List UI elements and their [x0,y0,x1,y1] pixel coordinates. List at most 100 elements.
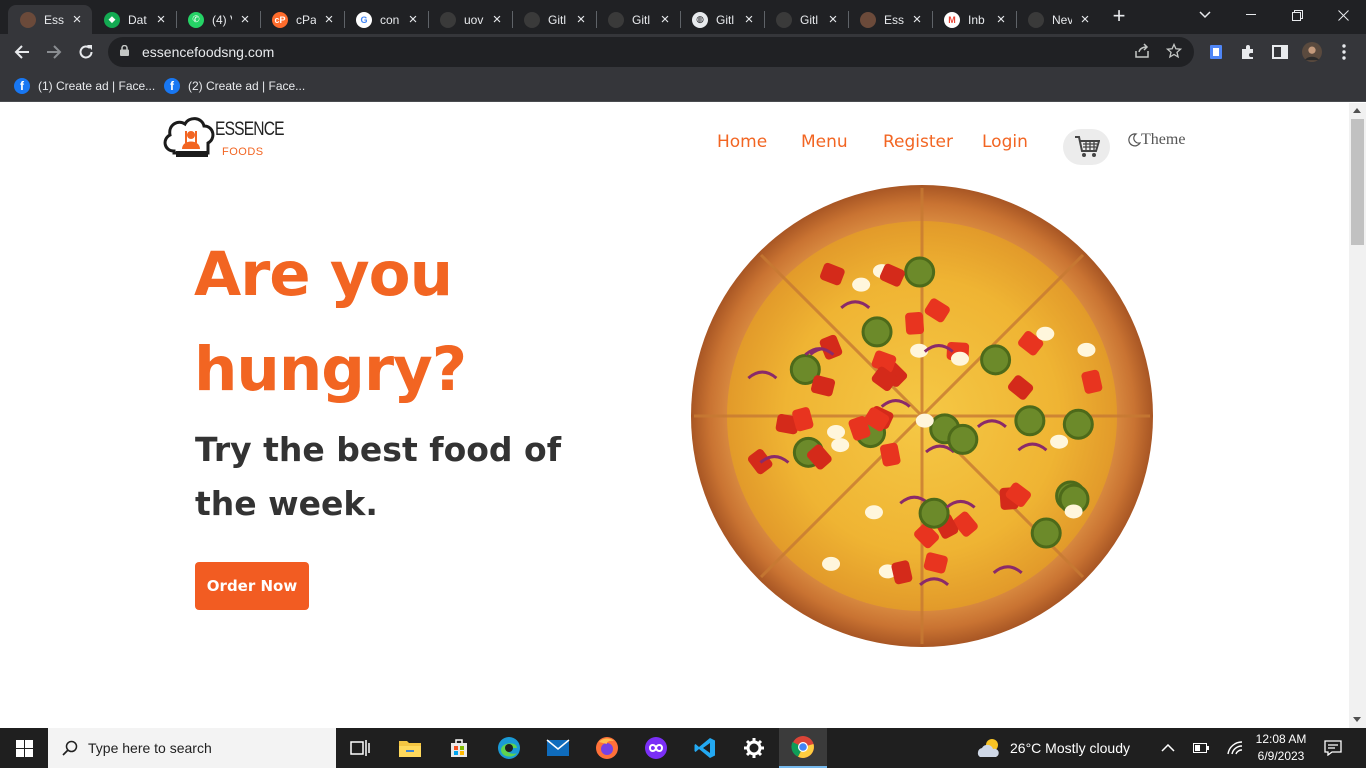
pizza-topping [950,351,969,366]
close-tab-icon[interactable]: × [994,11,1008,28]
browser-tab[interactable]: Gcon × [344,5,428,34]
theme-label: Theme [1141,131,1186,148]
weather-widget[interactable]: 26°C Mostly cloudy [976,728,1130,768]
file-explorer-app[interactable] [386,728,434,768]
extensions-puzzle-icon[interactable] [1238,42,1258,62]
browser-menu-icon[interactable] [1334,42,1354,62]
firefox-app[interactable] [583,728,631,768]
browser-tab[interactable]: Esse × [8,5,92,34]
close-tab-icon[interactable]: × [154,11,168,28]
bookmark-star-icon[interactable] [1165,42,1183,64]
close-tab-icon[interactable]: × [70,11,84,28]
pizza-topping [915,413,934,428]
tab-separator [848,11,849,28]
browser-tab[interactable]: Gitl × [596,5,680,34]
browser-tab[interactable]: ◆ Dat × [92,5,176,34]
essence-favicon [20,11,36,28]
windows-taskbar: Type here to search 26°C Mostly cloudy 1… [0,728,1366,768]
browser-tab[interactable]: Gitl × [512,5,596,34]
browser-tab[interactable]: Ess × [848,5,932,34]
address-bar[interactable]: essencefoodsng.com [108,37,1194,67]
browser-tab[interactable]: Nev × [1016,5,1100,34]
start-button[interactable] [0,728,48,768]
task-view-button[interactable] [336,728,384,768]
close-window-button[interactable] [1320,0,1366,30]
tab-title: Gitl [632,12,650,27]
network-status[interactable] [1227,728,1243,768]
close-tab-icon[interactable]: × [826,11,840,28]
reload-button[interactable] [72,38,100,66]
new-tab-button[interactable]: + [1108,5,1130,29]
taskbar-search-box[interactable]: Type here to search [48,728,336,768]
site-logo[interactable]: ESSENCE FOODS [162,115,285,163]
pizza-topping [822,556,841,571]
close-tab-icon[interactable]: × [406,11,420,28]
browser-tab[interactable]: ✆ (4) V × [176,5,260,34]
bookmark-label: (2) Create ad | Face... [188,79,306,93]
pizza-topping [947,423,979,455]
nav-home-link[interactable]: Home [717,132,767,152]
pizza-topping [861,316,893,348]
partly-cloudy-icon [977,739,999,757]
system-clock[interactable]: 12:08 AM 6/9/2023 [1248,731,1314,765]
close-tab-icon[interactable]: × [322,11,336,28]
profile-avatar[interactable] [1302,42,1322,62]
hero-heading-line1: Are you [194,239,453,310]
page-scrollbar[interactable] [1349,103,1366,728]
close-tab-icon[interactable]: × [910,11,924,28]
bookmark-item[interactable]: f (2) Create ad | Face... [164,76,305,96]
purple-app[interactable] [632,728,680,768]
tab-separator [1016,11,1017,28]
vscode-app[interactable] [681,728,729,768]
forward-button[interactable] [40,38,68,66]
scroll-down-arrow-icon[interactable] [1353,717,1361,722]
mail-icon [546,739,570,756]
nav-login-link[interactable]: Login [982,132,1028,152]
chrome-app[interactable] [779,728,827,768]
chevron-up-icon [1161,744,1175,752]
bookmark-label: (1) Create ad | Face... [38,79,156,93]
tab-title: Nev [1052,12,1072,27]
close-tab-icon[interactable]: × [1078,11,1092,28]
extension-reader-icon[interactable] [1206,42,1226,62]
github-icon [776,11,792,28]
edge-browser-app[interactable] [485,728,533,768]
nav-menu-link[interactable]: Menu [801,132,848,152]
bookmark-item[interactable]: f (1) Create ad | Face... [14,76,155,96]
windows-logo-icon [15,739,33,757]
bookmarks-bar: f (1) Create ad | Face... f (2) Create a… [0,70,1366,102]
clock-date: 6/9/2023 [1257,749,1305,763]
pizza-topping [904,256,936,288]
scrollbar-thumb[interactable] [1351,119,1364,245]
tab-search-chevron-icon[interactable] [1182,0,1228,30]
scroll-up-arrow-icon[interactable] [1353,108,1361,113]
browser-tab[interactable]: M Inb × [932,5,1016,34]
theme-toggle[interactable]: Theme [1127,131,1185,149]
microsoft-store-app[interactable] [435,728,483,768]
cart-button[interactable] [1063,129,1110,165]
notification-center-button[interactable] [1324,728,1342,768]
browser-tab[interactable]: ◍ Gitl × [680,5,764,34]
settings-app[interactable] [730,728,778,768]
back-button[interactable] [8,38,36,66]
clock-time: 12:08 AM [1255,732,1307,746]
battery-status[interactable] [1193,728,1209,768]
restore-button[interactable] [1274,0,1320,30]
browser-tab[interactable]: cP cPa × [260,5,344,34]
close-tab-icon[interactable]: × [658,11,672,28]
tab-title: Dat [128,12,147,27]
show-hidden-icons-button[interactable] [1161,728,1175,768]
browser-tab[interactable]: uov × [428,5,512,34]
nav-register-link[interactable]: Register [883,132,953,152]
close-tab-icon[interactable]: × [574,11,588,28]
close-tab-icon[interactable]: × [742,11,756,28]
minimize-button[interactable] [1228,0,1274,30]
close-tab-icon[interactable]: × [490,11,504,28]
browser-tab[interactable]: Gitl × [764,5,848,34]
share-icon[interactable] [1134,43,1150,64]
url-text: essencefoodsng.com [142,44,275,60]
side-panel-icon[interactable] [1270,42,1290,62]
order-now-button[interactable]: Order Now [195,562,309,610]
mail-app[interactable] [534,728,582,768]
close-tab-icon[interactable]: × [238,11,252,28]
